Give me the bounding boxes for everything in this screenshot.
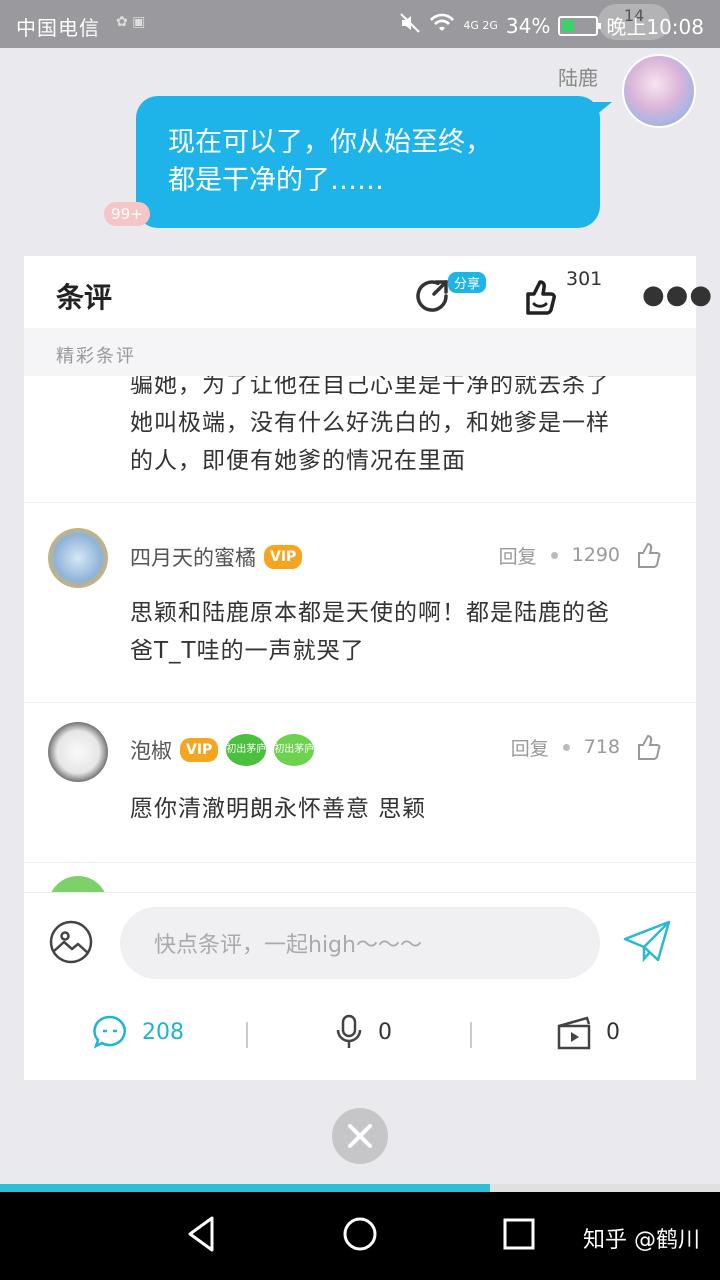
video-count: 0 bbox=[606, 1019, 620, 1045]
progress-fill bbox=[0, 1184, 490, 1192]
list-item[interactable]: 泡椒 VIP 初出茅庐 初出茅庐 回复 718 愿你清澈明朗永怀善意 思颖 bbox=[24, 702, 696, 862]
comment-line: 骗她，为了让他在自己心里是干净的就去杀了 bbox=[130, 376, 610, 398]
chat-area: 陆鹿 现在可以了，你从始至终， 都是干净的了…… 99+ bbox=[0, 48, 720, 258]
thumbs-up-icon[interactable] bbox=[634, 540, 664, 570]
divider bbox=[246, 1022, 248, 1048]
watermark: 知乎 @鹤川 bbox=[583, 1228, 700, 1253]
comment-meta: 回复 1290 bbox=[499, 540, 664, 570]
divider bbox=[470, 1022, 472, 1048]
username[interactable]: 泡椒 bbox=[130, 735, 172, 765]
username[interactable]: 四月天的蜜橘 bbox=[130, 542, 256, 572]
comment-likes: 1290 bbox=[571, 544, 620, 566]
comment-list[interactable]: 骗她，为了让他在自己心里是干净的就去杀了 她叫极端，没有什么好洗白的，和她爹是一… bbox=[24, 376, 696, 892]
close-button[interactable] bbox=[332, 1108, 388, 1164]
battery-icon bbox=[558, 15, 602, 36]
comment-user: 四月天的蜜橘 VIP bbox=[130, 542, 303, 572]
mute-icon bbox=[399, 12, 421, 39]
like-button[interactable]: 301 bbox=[520, 268, 610, 320]
sender-avatar[interactable] bbox=[622, 54, 696, 128]
vip-badge: VIP bbox=[264, 545, 303, 569]
clapperboard-icon bbox=[557, 1016, 591, 1050]
comment-line: 爸T_T哇的一声就哭了 bbox=[130, 638, 365, 664]
video-tab[interactable]: 0 bbox=[556, 1014, 620, 1050]
comment-text: 愿你清澈明朗永怀善意 思颖 bbox=[130, 790, 670, 828]
list-item[interactable]: 四月天的蜜橘 VIP 回复 1290 思颖和陆鹿原本都是天使的啊！都是陆鹿的爸 … bbox=[24, 502, 696, 702]
comments-tab[interactable]: 208 bbox=[92, 1014, 184, 1050]
chat-bubble-icon bbox=[93, 1015, 126, 1049]
status-right: 4G 2G 34% 晚上10:08 bbox=[399, 11, 704, 40]
share-icon bbox=[416, 280, 448, 312]
message-line-1: 现在可以了，你从始至终， bbox=[168, 127, 492, 158]
avatar[interactable] bbox=[48, 528, 108, 588]
comment-panel: 条评 分享 301 ●●● 精彩条评 骗她，为了让他在自己心里是干净的就去杀了 … bbox=[24, 256, 712, 1080]
back-icon[interactable] bbox=[186, 1214, 216, 1254]
wifi-icon bbox=[429, 13, 455, 38]
carrier-label: 中国电信 bbox=[16, 16, 100, 40]
share-tag: 分享 bbox=[448, 272, 487, 293]
comment-text: 思颖和陆鹿原本都是天使的啊！都是陆鹿的爸 爸T_T哇的一声就哭了 bbox=[130, 594, 670, 670]
comment-input-bar: 快点条评，一起high～～～ bbox=[24, 892, 696, 992]
battery-percent: 34% bbox=[505, 13, 551, 38]
reading-progress bbox=[0, 1184, 720, 1192]
sender-name: 陆鹿 bbox=[558, 66, 598, 90]
comment-line: 思颖和陆鹿原本都是天使的啊！都是陆鹿的爸 bbox=[130, 600, 610, 626]
vip-badge: VIP bbox=[180, 738, 219, 762]
close-icon bbox=[348, 1124, 372, 1148]
avatar[interactable] bbox=[48, 722, 108, 782]
comments-count: 208 bbox=[142, 1019, 184, 1045]
comment-meta: 回复 718 bbox=[511, 732, 664, 762]
avatar[interactable] bbox=[48, 876, 108, 892]
comment-text: 骗她，为了让他在自己心里是干净的就去杀了 她叫极端，没有什么好洗白的，和她爹是一… bbox=[130, 376, 670, 480]
system-nav-bar: 知乎 @鹤川 bbox=[0, 1192, 720, 1280]
clock: 晚上10:08 bbox=[606, 15, 704, 39]
comment-input[interactable]: 快点条评，一起high～～～ bbox=[120, 907, 600, 979]
comment-line: 愿你清澈明朗永怀善意 思颖 bbox=[130, 796, 427, 822]
comment-line: 她叫极端，没有什么好洗白的，和她爹是一样 bbox=[130, 410, 610, 436]
dot-separator bbox=[550, 551, 558, 559]
comment-likes: 718 bbox=[583, 736, 620, 758]
divider bbox=[24, 862, 696, 863]
stats-bar: 208 0 0 bbox=[24, 992, 696, 1080]
medal-badge: 初出茅庐 bbox=[226, 734, 267, 766]
dot-separator bbox=[562, 743, 570, 751]
recents-icon[interactable] bbox=[502, 1214, 536, 1254]
panel-header: 条评 分享 301 ●●● bbox=[24, 256, 712, 328]
like-count: 301 bbox=[566, 268, 603, 290]
image-icon[interactable] bbox=[48, 919, 94, 965]
microphone-icon bbox=[336, 1014, 362, 1048]
home-icon[interactable] bbox=[342, 1214, 378, 1254]
reply-button[interactable]: 回复 bbox=[499, 542, 537, 569]
thumbs-up-icon bbox=[526, 280, 556, 315]
section-label: 精彩条评 bbox=[24, 328, 696, 376]
share-button[interactable]: 分享 bbox=[412, 270, 492, 320]
voice-tab[interactable]: 0 bbox=[334, 1014, 392, 1050]
comment-line: 的人，即便有她爹的情况在里面 bbox=[130, 448, 466, 474]
notification-icons: ✿ ▣ bbox=[116, 14, 146, 30]
more-icon[interactable]: ●●● bbox=[642, 280, 713, 310]
medal-badge: 初出茅庐 bbox=[274, 734, 315, 766]
comment-count-badge[interactable]: 99+ bbox=[104, 202, 150, 226]
send-icon[interactable] bbox=[622, 919, 672, 963]
thumbs-up-icon[interactable] bbox=[634, 732, 664, 762]
voice-count: 0 bbox=[378, 1019, 392, 1045]
comment-user: 泡椒 VIP 初出茅庐 初出茅庐 bbox=[130, 734, 315, 766]
message-bubble[interactable]: 现在可以了，你从始至终， 都是干净的了…… bbox=[136, 96, 612, 228]
reply-button[interactable]: 回复 bbox=[511, 734, 549, 761]
message-line-2: 都是干净的了…… bbox=[168, 165, 384, 196]
panel-title: 条评 bbox=[56, 281, 113, 314]
status-bar: 中国电信 ✿ ▣ 14 4G 2G 34% 晚上10:08 bbox=[0, 0, 720, 48]
signal-icon: 4G 2G bbox=[463, 18, 498, 32]
